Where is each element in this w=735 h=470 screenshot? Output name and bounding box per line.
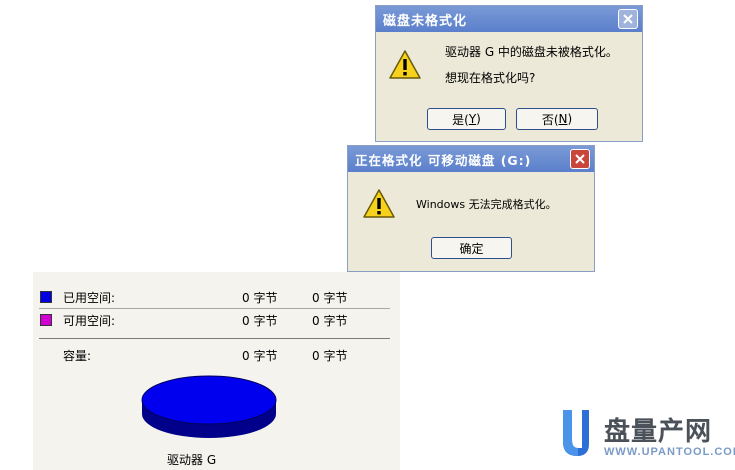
warning-icon — [389, 50, 421, 79]
dialog-title: 正在格式化 可移动磁盘 (G:) — [355, 152, 532, 168]
close-icon — [575, 154, 585, 164]
free-space-row: 可用空间: 0 字节 0 字节 — [33, 310, 400, 330]
ok-button-label: 确定 — [459, 241, 484, 256]
dialog-titlebar[interactable]: 磁盘未格式化 — [376, 6, 642, 32]
pie-top — [141, 375, 277, 425]
capacity-row: 容量: 0 字节 0 字节 — [33, 345, 400, 365]
disk-usage-pie — [141, 375, 277, 438]
dialog-message: Windows 无法完成格式化。 — [416, 198, 557, 211]
close-button[interactable] — [570, 149, 590, 169]
used-space-size: 0 字节 — [312, 291, 348, 305]
dialog-title: 磁盘未格式化 — [383, 13, 468, 29]
free-space-swatch — [40, 314, 52, 326]
used-space-label: 已用空间: — [63, 291, 116, 305]
yes-button-label: 是( — [452, 112, 469, 127]
used-space-bytes: 0 字节 — [242, 291, 278, 305]
used-space-swatch — [40, 291, 52, 303]
no-button[interactable]: 否(N) — [516, 108, 598, 130]
used-space-row: 已用空间: 0 字节 0 字节 — [33, 287, 400, 307]
upantool-logo-icon — [563, 410, 589, 456]
dialog-message-line2: 想现在格式化吗? — [445, 71, 536, 85]
yes-button[interactable]: 是(Y) — [427, 108, 506, 130]
dialog-titlebar[interactable]: 正在格式化 可移动磁盘 (G:) — [348, 146, 594, 172]
row-divider — [39, 308, 390, 309]
close-icon — [623, 14, 633, 24]
yes-button-key: Y — [468, 112, 477, 126]
capacity-label: 容量: — [63, 349, 92, 363]
upantool-watermark: 盘量产网 WWW.UPANTOOL.COM — [560, 408, 735, 466]
close-button[interactable] — [618, 9, 638, 29]
capacity-size: 0 字节 — [312, 349, 348, 363]
format-error-dialog: 正在格式化 可移动磁盘 (G:) Windows 无法完成格式化。 确定 — [347, 145, 595, 272]
unformatted-disk-dialog: 磁盘未格式化 驱动器 G 中的磁盘未被格式化。 想现在格式化吗? 是(Y) 否(… — [375, 5, 643, 142]
free-space-label: 可用空间: — [63, 314, 116, 328]
section-divider — [39, 338, 390, 339]
drive-label: 驱动器 G — [167, 453, 217, 467]
capacity-bytes: 0 字节 — [242, 349, 278, 363]
no-button-key: N — [558, 112, 568, 126]
disk-properties-panel: 已用空间: 0 字节 0 字节 可用空间: 0 字节 0 字节 容量: 0 字节… — [33, 272, 400, 470]
warning-icon — [363, 189, 395, 218]
free-space-bytes: 0 字节 — [242, 314, 278, 328]
no-button-label: 否( — [541, 112, 559, 127]
free-space-size: 0 字节 — [312, 314, 348, 328]
dialog-message-line1: 驱动器 G 中的磁盘未被格式化。 — [445, 45, 618, 59]
ok-button[interactable]: 确定 — [431, 237, 512, 259]
watermark-brand: 盘量产网 — [604, 417, 713, 447]
watermark-url: WWW.UPANTOOL.COM — [604, 446, 735, 458]
